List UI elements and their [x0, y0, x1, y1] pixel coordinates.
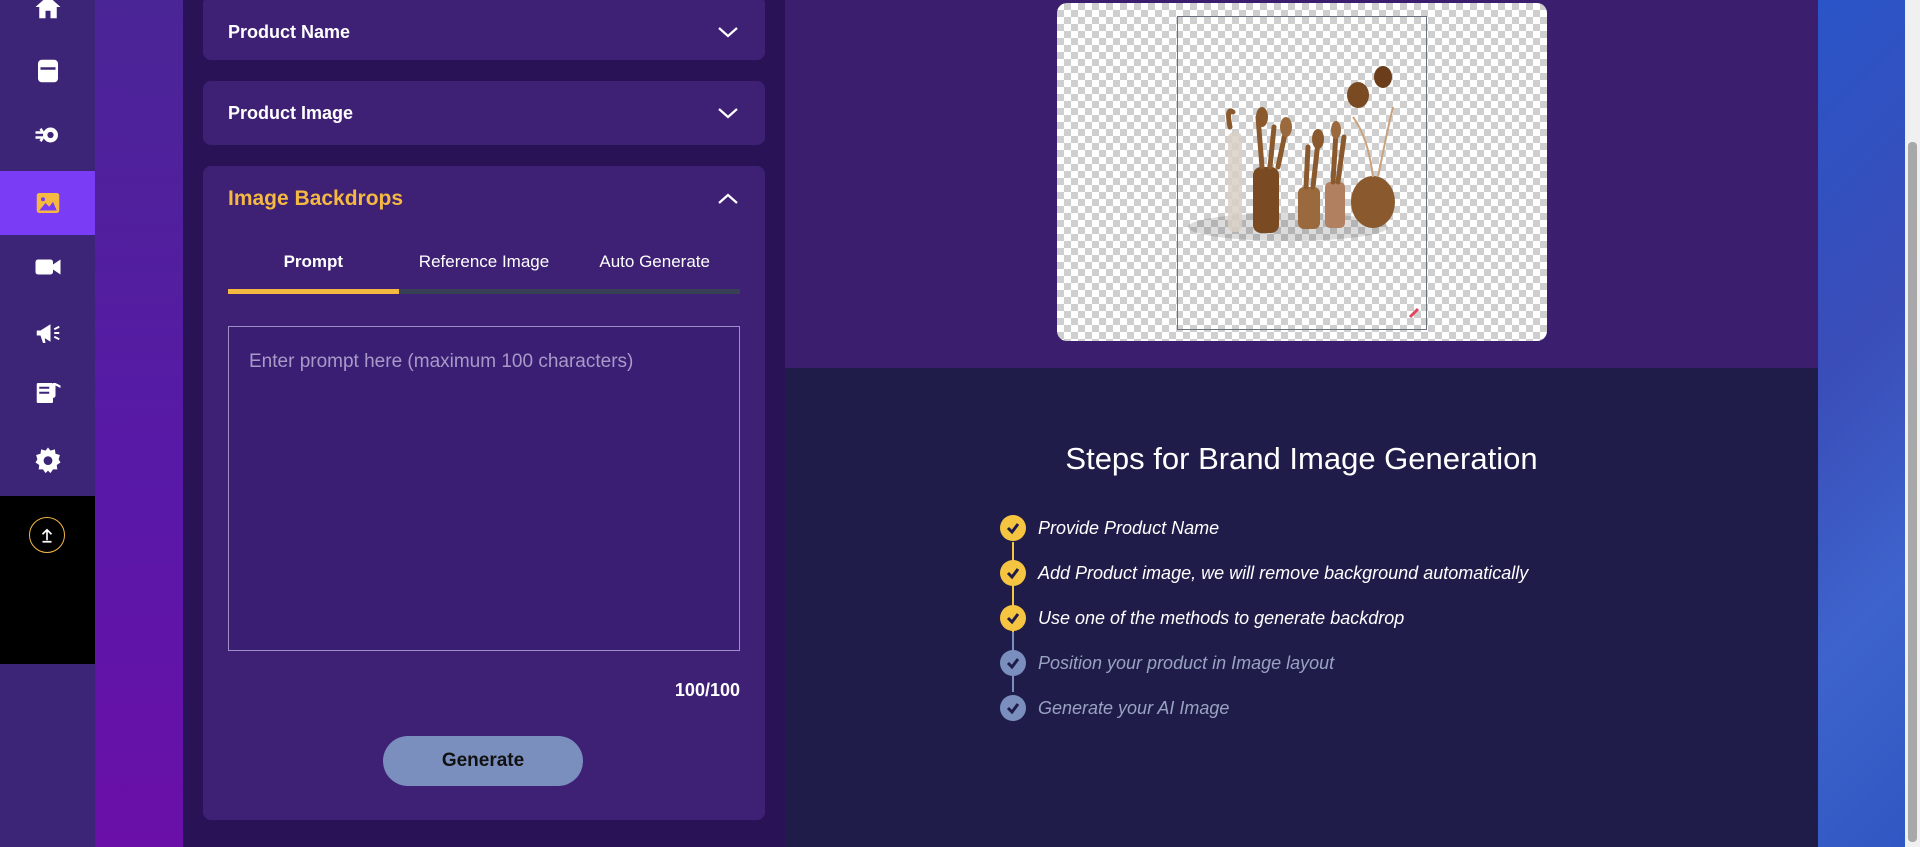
canvas-area — [785, 0, 1818, 368]
sidebar-item-music[interactable] — [0, 361, 95, 425]
check-icon — [1000, 605, 1026, 631]
product-image — [1188, 66, 1420, 319]
step-text: Provide Product Name — [1038, 517, 1220, 538]
step-item: Position your product in Image layout — [1000, 649, 1334, 677]
refresh-gear-icon — [35, 127, 58, 143]
accordion-title: Image Backdrops — [228, 187, 404, 210]
music-note-list-icon — [36, 383, 60, 403]
step-text: Add Product image, we will remove backgr… — [1038, 562, 1529, 583]
upload-section — [0, 496, 95, 664]
step-item: Add Product image, we will remove backgr… — [1000, 559, 1528, 587]
generate-button[interactable]: Generate — [383, 736, 583, 786]
step-item: Use one of the methods to generate backd… — [1000, 604, 1404, 632]
tab-reference-image[interactable]: Reference Image — [399, 244, 570, 289]
sidebar-item-automation[interactable] — [0, 103, 95, 167]
sidebar — [0, 0, 95, 664]
chevron-down-icon[interactable] — [717, 25, 739, 39]
check-icon — [1000, 560, 1026, 586]
video-camera-icon — [35, 259, 60, 275]
gear-icon — [35, 447, 60, 474]
chevron-down-icon[interactable] — [717, 106, 739, 120]
step-item: Generate your AI Image — [1000, 694, 1229, 722]
steps-title: Steps for Brand Image Generation — [1065, 441, 1538, 476]
backdrop-tabs: Prompt Reference Image Auto Generate — [228, 244, 740, 294]
accordion-title: Product Name — [228, 21, 351, 42]
sidebar-item-home[interactable] — [0, 0, 95, 39]
sidebar-item-video[interactable] — [0, 235, 95, 299]
megaphone-icon — [36, 324, 60, 343]
scrollbar-thumb[interactable] — [1908, 142, 1917, 842]
upload-button[interactable] — [29, 517, 65, 553]
tab-auto-generate[interactable]: Auto Generate — [569, 244, 740, 289]
image-icon — [36, 193, 59, 213]
calendar-icon — [37, 59, 58, 83]
image-preview[interactable] — [1057, 3, 1547, 341]
accordion-header[interactable]: Image Backdrops — [203, 166, 765, 232]
step-text: Position your product in Image layout — [1038, 652, 1335, 673]
check-icon — [1000, 695, 1026, 721]
home-icon — [35, 0, 60, 19]
step-item: Provide Product Name — [1000, 514, 1219, 542]
sidebar-item-campaigns[interactable] — [0, 301, 95, 365]
chevron-up-icon[interactable] — [717, 192, 739, 206]
step-text: Generate your AI Image — [1038, 697, 1230, 718]
settings-panel: Product Name Product Image Image Backdro… — [183, 0, 785, 847]
check-icon — [1000, 650, 1026, 676]
product-bounding-frame[interactable] — [1177, 16, 1427, 330]
prompt-input[interactable] — [228, 326, 740, 651]
sidebar-bottom — [0, 664, 95, 847]
accordion-product-image[interactable]: Product Image — [203, 81, 765, 145]
steps-section: Steps for Brand Image Generation Provide… — [785, 368, 1818, 847]
scrollbar[interactable] — [1905, 0, 1920, 847]
step-text: Use one of the methods to generate backd… — [1038, 607, 1405, 628]
sidebar-item-settings[interactable] — [0, 428, 95, 492]
background-strip — [95, 0, 183, 847]
accordion-image-backdrops: Image Backdrops Prompt Reference Image A… — [203, 166, 765, 820]
sidebar-item-calendar[interactable] — [0, 39, 95, 103]
accordion-title: Product Image — [228, 102, 354, 123]
upload-icon — [41, 528, 53, 543]
accordion-product-name[interactable]: Product Name — [203, 0, 765, 60]
sidebar-item-image[interactable] — [0, 171, 95, 235]
check-icon — [1000, 515, 1026, 541]
character-counter: 100/100 — [674, 680, 740, 700]
tab-prompt[interactable]: Prompt — [228, 244, 399, 294]
